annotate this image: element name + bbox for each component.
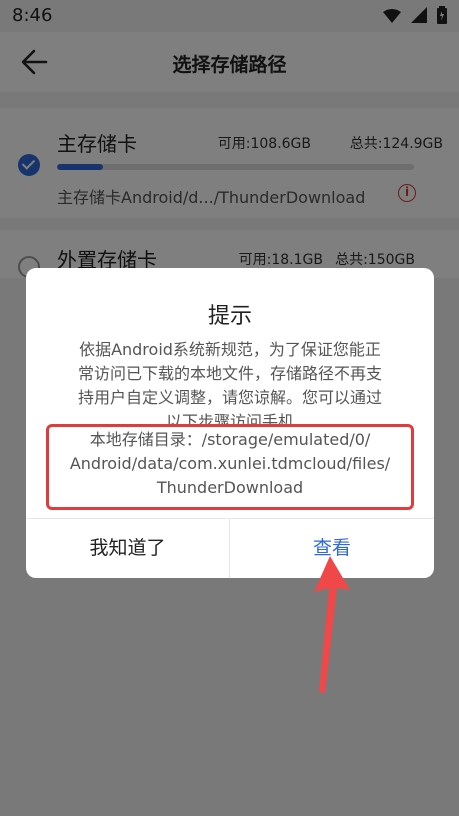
notice-dialog: 提示 依据Android系统新规范，为了保证您能正常访问已下载的本地文件，存储路… — [26, 268, 434, 578]
dialog-message: 依据Android系统新规范，为了保证您能正常访问已下载的本地文件，存储路径不再… — [77, 340, 382, 426]
annotation-arrow-icon — [314, 556, 350, 693]
highlight-annotation-box — [46, 424, 414, 510]
dismiss-button[interactable]: 我知道了 — [26, 519, 229, 578]
dialog-title: 提示 — [207, 304, 252, 329]
